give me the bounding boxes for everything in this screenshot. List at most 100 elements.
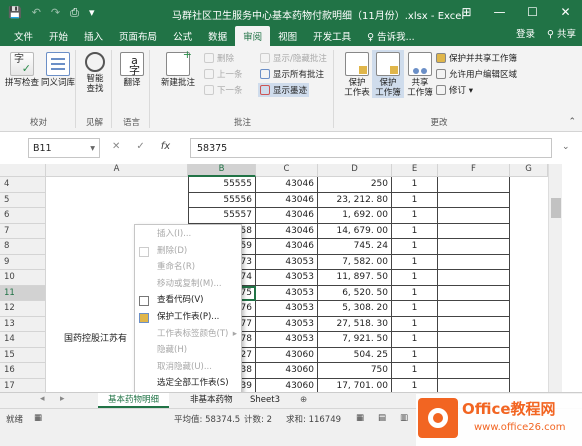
tab-insert[interactable]: 插入 [76, 26, 111, 46]
sheet-tab-basic-drugs[interactable]: 基本药物明细 [98, 393, 170, 408]
name-box[interactable]: B11 ▾ [28, 138, 100, 158]
cell-f[interactable] [438, 192, 510, 208]
cell-e[interactable]: 1 [392, 223, 438, 239]
tab-page-layout[interactable]: 页面布局 [111, 26, 165, 46]
cell-f[interactable] [438, 332, 510, 348]
cell-e[interactable]: 1 [392, 239, 438, 255]
function-icon[interactable]: fx [161, 141, 170, 152]
cell-f[interactable] [438, 254, 510, 270]
minimize-button[interactable]: — [483, 0, 516, 24]
next-sheet-icon[interactable]: ▸ [60, 394, 65, 404]
row-header[interactable]: 10 [0, 270, 46, 286]
cell-g[interactable] [510, 270, 548, 286]
row-header[interactable]: 8 [0, 239, 46, 255]
row-header[interactable]: 6 [0, 208, 46, 224]
cell-f[interactable] [438, 316, 510, 332]
cell-d[interactable]: 504. 25 [318, 347, 392, 363]
cell-f[interactable] [438, 223, 510, 239]
expand-formula-icon[interactable]: ⌄ [562, 142, 570, 152]
tell-me-search[interactable]: ♀ 告诉我... [359, 26, 423, 46]
column-header-g[interactable]: G [510, 164, 548, 177]
context-menu-item[interactable]: 保护工作表(P)... [135, 310, 241, 326]
cell-b[interactable]: 55556 [188, 192, 256, 208]
row-header[interactable]: 9 [0, 254, 46, 270]
row-header[interactable]: 16 [0, 363, 46, 379]
column-header-d[interactable]: D [318, 164, 392, 177]
new-comment-button[interactable]: + 新建批注 [156, 49, 200, 88]
tab-file[interactable]: 文件 [6, 26, 41, 46]
cell-d[interactable]: 745. 24 [318, 239, 392, 255]
cell-f[interactable] [438, 285, 510, 301]
cell-f[interactable] [438, 239, 510, 255]
track-changes-button[interactable]: 修订 ▾ [436, 84, 473, 96]
formula-input[interactable]: 58375 [190, 138, 552, 158]
cell-c[interactable]: 43053 [256, 316, 318, 332]
cell-a[interactable] [46, 208, 188, 224]
row-header[interactable]: 12 [0, 301, 46, 317]
row-header[interactable]: 11 [0, 285, 46, 301]
context-menu-item[interactable]: 选定全部工作表(S) [135, 376, 241, 392]
cell-g[interactable] [510, 224, 548, 240]
cell-c[interactable]: 43046 [256, 223, 318, 239]
cell-g[interactable] [510, 286, 548, 302]
cell-a[interactable] [46, 193, 188, 209]
macro-record-icon[interactable]: ▦ [34, 413, 42, 423]
show-all-comments-button[interactable]: 显示所有批注 [260, 68, 324, 80]
next-comment-button[interactable]: 下一条 [204, 84, 243, 96]
column-header-c[interactable]: C [256, 164, 318, 177]
cell-e[interactable]: 1 [392, 192, 438, 208]
row-header[interactable]: 14 [0, 332, 46, 348]
cell-c[interactable]: 43060 [256, 363, 318, 379]
translate-button[interactable]: a字 翻译 [112, 50, 152, 88]
share-workbook-button[interactable]: 共享 工作簿 [404, 50, 436, 98]
row-header[interactable]: 7 [0, 223, 46, 239]
cell-d[interactable]: 5, 308. 20 [318, 301, 392, 317]
smart-lookup-button[interactable]: 智能 查找 [75, 50, 115, 94]
cell-f[interactable] [438, 208, 510, 224]
cell-d[interactable]: 7, 921. 50 [318, 332, 392, 348]
cell-d[interactable]: 14, 679. 00 [318, 223, 392, 239]
maximize-button[interactable]: ☐ [516, 0, 549, 24]
cell-g[interactable] [510, 177, 548, 193]
tab-formulas[interactable]: 公式 [165, 26, 200, 46]
add-sheet-icon[interactable]: ⊕ [290, 393, 317, 408]
tab-home[interactable]: 开始 [41, 26, 76, 46]
tab-review[interactable]: 审阅 [235, 26, 271, 46]
show-ink-button[interactable]: 显示墨迹 [258, 83, 310, 97]
cell-e[interactable]: 1 [392, 270, 438, 286]
cancel-icon[interactable]: ✕ [112, 141, 120, 152]
cell-f[interactable] [438, 363, 510, 379]
cell-c[interactable]: 43046 [256, 239, 318, 255]
cell-d[interactable]: 1, 692. 00 [318, 208, 392, 224]
cell-e[interactable]: 1 [392, 332, 438, 348]
spell-check-button[interactable]: 字 ✓ 拼写检查 [2, 50, 42, 88]
cell-d[interactable]: 11, 897. 50 [318, 270, 392, 286]
cell-c[interactable]: 43046 [256, 192, 318, 208]
cell-g[interactable] [510, 348, 548, 364]
row-header[interactable]: 13 [0, 316, 46, 332]
enter-icon[interactable]: ✓ [136, 141, 144, 152]
cell-d[interactable]: 750 [318, 363, 392, 379]
cell-g[interactable] [510, 208, 548, 224]
worksheet-grid[interactable]: A B C D E F G 4 55555 43046 250 1 5 55556 43046… [0, 164, 582, 394]
cell-c[interactable]: 43053 [256, 301, 318, 317]
tab-developer[interactable]: 开发工具 [305, 26, 359, 46]
allow-edit-ranges-button[interactable]: 允许用户编辑区域 [436, 68, 517, 80]
cell-c[interactable]: 43053 [256, 270, 318, 286]
cell-e[interactable]: 1 [392, 347, 438, 363]
cell-e[interactable]: 1 [392, 316, 438, 332]
cell-g[interactable] [510, 317, 548, 333]
cell-g[interactable] [510, 363, 548, 379]
protect-sheet-button[interactable]: 保护 工作表 [340, 50, 374, 98]
cell-c[interactable]: 43053 [256, 285, 318, 301]
cell-c[interactable]: 43053 [256, 254, 318, 270]
show-hide-comment-button[interactable]: 显示/隐藏批注 [260, 52, 327, 64]
cell-d[interactable]: 250 [318, 177, 392, 193]
cell-g[interactable] [510, 255, 548, 271]
save-icon[interactable]: 💾 [8, 6, 22, 20]
cell-e[interactable]: 1 [392, 363, 438, 379]
cell-f[interactable] [438, 301, 510, 317]
column-header-e[interactable]: E [392, 164, 438, 177]
cell-f[interactable] [438, 347, 510, 363]
tab-data[interactable]: 数据 [200, 26, 235, 46]
